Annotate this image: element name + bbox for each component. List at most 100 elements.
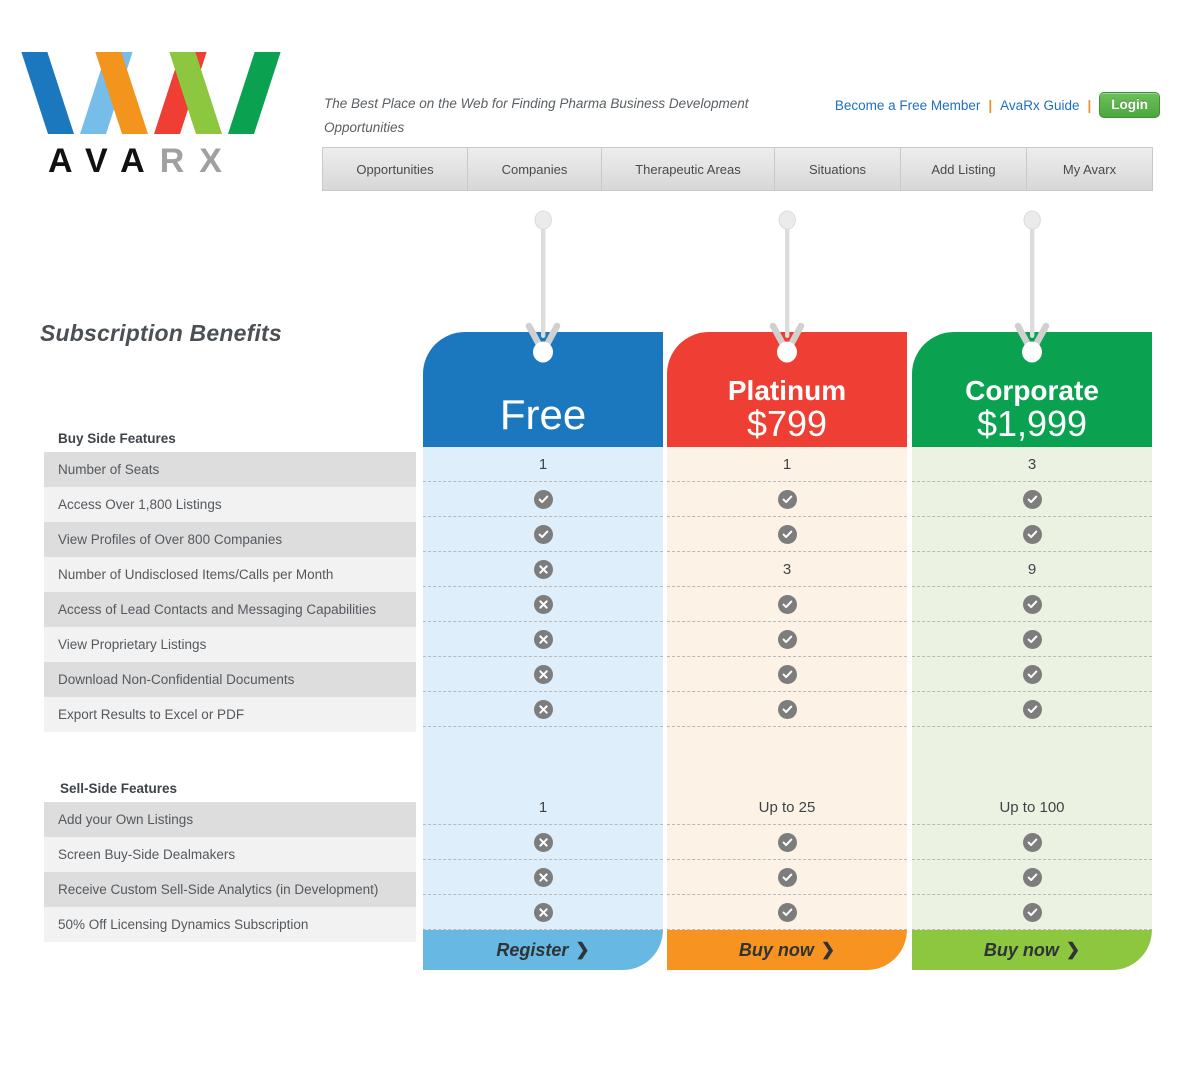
feature-label-row: Export Results to Excel or PDF bbox=[44, 697, 416, 732]
plan-header: Platinum $799 bbox=[667, 210, 907, 447]
check-circle-icon bbox=[777, 867, 797, 887]
plan-price: Free bbox=[499, 390, 587, 438]
check-circle-icon bbox=[1022, 629, 1042, 649]
plan-column-free: Free 1 1 Register ❯ bbox=[423, 210, 663, 970]
plan-group-spacer bbox=[667, 727, 907, 790]
nav-item-label: Opportunities bbox=[356, 161, 434, 177]
plan-header: Free bbox=[423, 210, 663, 447]
check-circle-icon bbox=[777, 699, 797, 719]
plan-column-platinum: Platinum $799 1 3 Up to 25 Buy now ❯ bbox=[667, 210, 907, 970]
logo-wordmark-gray: RX bbox=[159, 142, 237, 180]
header-links: Become a Free Member | AvaRx Guide | Log… bbox=[835, 92, 1160, 118]
plan-header: Corporate $1,999 bbox=[912, 210, 1152, 447]
plan-value-cell bbox=[423, 692, 663, 727]
plan-value-cell bbox=[423, 482, 663, 517]
plan-cta-label: Register bbox=[496, 939, 569, 960]
site-logo[interactable]: AVARX bbox=[21, 52, 318, 180]
check-circle-icon bbox=[1022, 832, 1042, 852]
chevron-right-icon: ❯ bbox=[1065, 940, 1081, 959]
plan-value-cell bbox=[912, 895, 1152, 930]
plan-value-cell bbox=[423, 895, 663, 930]
plan-value-cell bbox=[667, 517, 907, 552]
plan-value-cell bbox=[423, 860, 663, 895]
cross-circle-icon bbox=[533, 699, 553, 719]
plan-value-cell bbox=[667, 587, 907, 622]
plan-cta-label: Buy now bbox=[983, 939, 1059, 960]
nav-item-companies[interactable]: Companies bbox=[468, 147, 602, 191]
check-circle-icon bbox=[1022, 524, 1042, 544]
nav-item-situations[interactable]: Situations bbox=[775, 147, 901, 191]
plan-body: 1 3 Up to 25 Buy now ❯ bbox=[667, 447, 907, 970]
logo-chevron-1-left-stroke bbox=[21, 52, 75, 134]
become-free-member-link[interactable]: Become a Free Member bbox=[835, 98, 981, 113]
check-circle-icon bbox=[777, 524, 797, 544]
plan-cta-button[interactable]: Register ❯ bbox=[423, 930, 663, 970]
plan-value-cell bbox=[912, 587, 1152, 622]
plan-value-cell: 3 bbox=[667, 552, 907, 587]
plan-value-cell: Up to 25 bbox=[667, 790, 907, 825]
nav-item-label: Situations bbox=[808, 161, 867, 177]
chevron-right-icon: ❯ bbox=[575, 940, 590, 959]
plan-cta-button[interactable]: Buy now ❯ bbox=[912, 930, 1152, 970]
nav-item-opportunities[interactable]: Opportunities bbox=[322, 147, 468, 191]
page-title: Subscription Benefits bbox=[40, 320, 282, 346]
feature-label-row: View Proprietary Listings bbox=[44, 627, 416, 662]
feature-label-row: Number of Seats bbox=[44, 452, 416, 487]
feature-label-row: Download Non-Confidential Documents bbox=[44, 662, 416, 697]
check-circle-icon bbox=[1022, 664, 1042, 684]
site-tagline: The Best Place on the Web for Finding Ph… bbox=[324, 96, 749, 135]
plan-value-cell: 1 bbox=[423, 447, 663, 482]
feature-label-row: 50% Off Licensing Dynamics Subscription bbox=[44, 907, 416, 942]
cross-circle-icon bbox=[533, 867, 553, 887]
plan-value-cell: 1 bbox=[667, 447, 907, 482]
plan-value-cell bbox=[667, 692, 907, 727]
feature-group-heading: Buy Side Features bbox=[58, 430, 176, 446]
check-circle-icon bbox=[1022, 594, 1042, 614]
plan-price: $1,999 bbox=[976, 403, 1088, 445]
nav-item-therapeutic-areas[interactable]: Therapeutic Areas bbox=[602, 147, 775, 191]
cross-circle-icon bbox=[533, 629, 553, 649]
check-circle-icon bbox=[777, 832, 797, 852]
plan-value-cell bbox=[912, 517, 1152, 552]
cross-circle-icon bbox=[533, 832, 553, 852]
plan-value-cell bbox=[423, 657, 663, 692]
plan-value-cell bbox=[423, 552, 663, 587]
link-separator-1: | bbox=[988, 97, 993, 113]
plan-cta-button[interactable]: Buy now ❯ bbox=[667, 930, 907, 970]
logo-chevron-3 bbox=[169, 52, 281, 134]
check-circle-icon bbox=[1022, 699, 1042, 719]
plan-body: 3 9 Up to 100 Buy now ❯ bbox=[912, 447, 1152, 970]
buy-side-feature-labels: Buy Side Features Number of Seats Access O… bbox=[44, 424, 416, 732]
avarx-guide-link[interactable]: AvaRx Guide bbox=[1000, 98, 1079, 113]
check-circle-icon bbox=[533, 524, 553, 544]
plan-value-cell bbox=[912, 657, 1152, 692]
feature-label-row: Access of Lead Contacts and Messaging Ca… bbox=[44, 592, 416, 627]
hanging-pin-icon bbox=[1010, 208, 1054, 368]
plan-value-cell bbox=[667, 825, 907, 860]
plan-value-cell: 3 bbox=[912, 447, 1152, 482]
plan-value-cell bbox=[912, 692, 1152, 727]
plan-value-cell bbox=[667, 482, 907, 517]
check-circle-icon bbox=[777, 629, 797, 649]
plan-cta-label: Buy now bbox=[738, 939, 814, 960]
cross-circle-icon bbox=[533, 594, 553, 614]
check-circle-icon bbox=[777, 594, 797, 614]
plan-value-cell bbox=[423, 825, 663, 860]
site-header: AVARX The Best Place on the Web for Find… bbox=[0, 0, 1200, 200]
nav-item-label: Therapeutic Areas bbox=[635, 161, 741, 177]
nav-item-label: Add Listing bbox=[931, 161, 996, 177]
feature-group-heading: Sell-Side Features bbox=[60, 780, 178, 796]
check-circle-icon bbox=[1022, 867, 1042, 887]
nav-item-my-avarx[interactable]: My Avarx bbox=[1027, 147, 1153, 191]
login-button[interactable]: Login bbox=[1099, 92, 1160, 118]
check-circle-icon bbox=[533, 489, 553, 509]
check-circle-icon bbox=[777, 489, 797, 509]
plan-value-cell bbox=[423, 587, 663, 622]
plan-body: 1 1 Register ❯ bbox=[423, 447, 663, 970]
nav-item-label: My Avarx bbox=[1062, 161, 1117, 177]
nav-item-add-listing[interactable]: Add Listing bbox=[901, 147, 1027, 191]
plan-value-cell bbox=[912, 482, 1152, 517]
plan-group-spacer bbox=[912, 727, 1152, 790]
plan-name: Platinum bbox=[727, 374, 847, 406]
plan-value-cell bbox=[667, 657, 907, 692]
